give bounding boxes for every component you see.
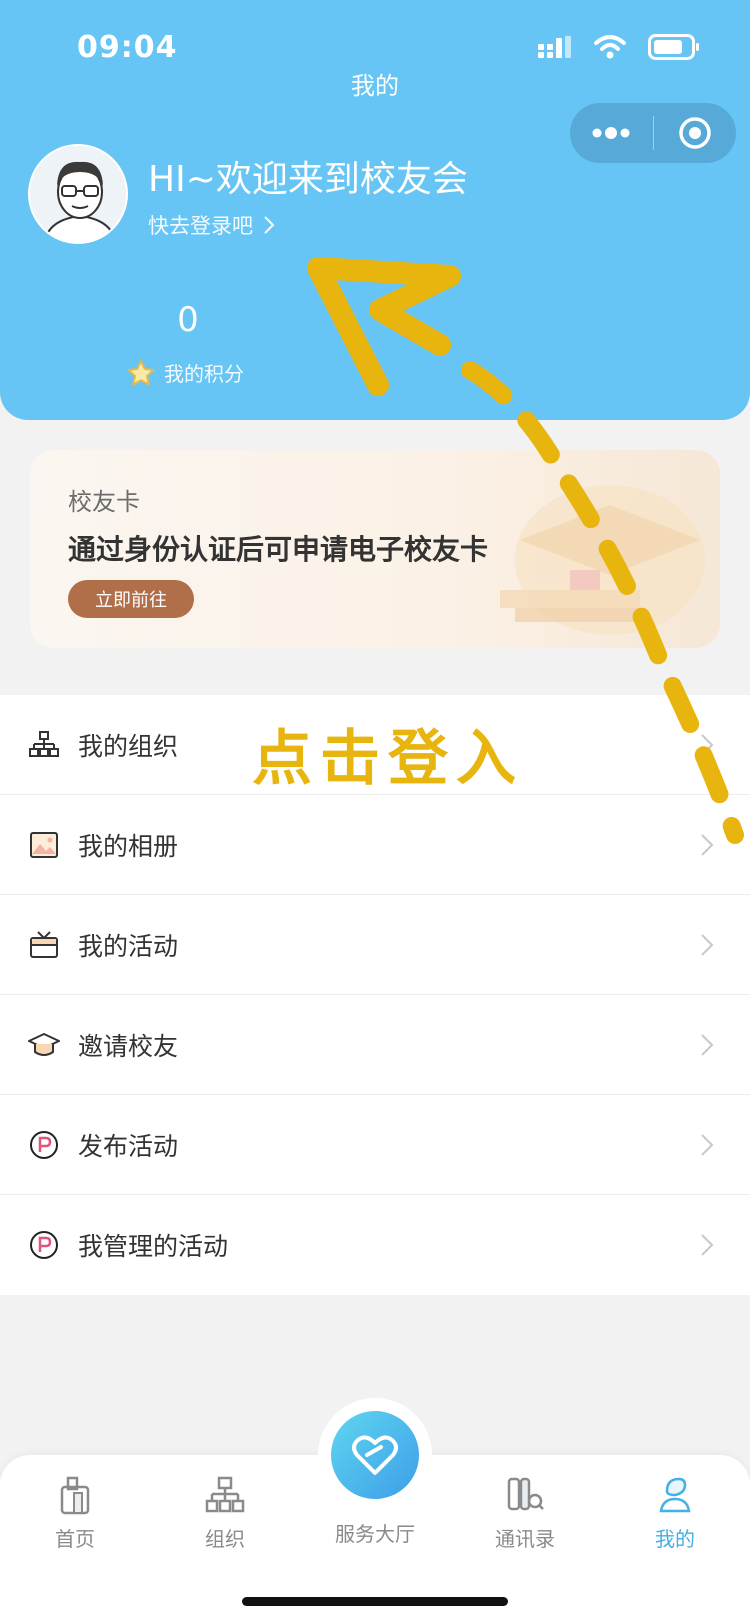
manage-badge-icon — [28, 1229, 60, 1261]
menu-item-label: 我的活动 — [78, 931, 179, 961]
menu-item-managed-activities[interactable]: 我管理的活动 — [0, 1195, 750, 1295]
card-title: 校友卡 — [68, 488, 140, 516]
tab-label: 通讯录 — [495, 1527, 555, 1551]
tab-service-hall[interactable] — [318, 1398, 432, 1512]
tab-label: 服务大厅 — [335, 1522, 415, 1546]
tab-label: 我的 — [655, 1527, 695, 1551]
profile-header: 09:04 我的 HI~欢迎来到校友会 快去登录吧 0 我的积分 — [0, 0, 750, 420]
points-label-text: 我的积分 — [164, 362, 244, 386]
chevron-right-icon — [264, 216, 275, 234]
gift-box-icon — [28, 929, 60, 961]
menu-item-publish-activity[interactable]: 发布活动 — [0, 1095, 750, 1195]
chevron-right-icon — [701, 1134, 714, 1156]
menu-item-label: 我的组织 — [78, 731, 179, 761]
alumni-card-banner[interactable]: 校友卡 通过身份认证后可申请电子校友卡 立即前往 — [30, 450, 720, 648]
menu-item-label: 我的相册 — [78, 831, 179, 861]
menu-item-label: 发布活动 — [78, 1131, 179, 1161]
more-button[interactable] — [570, 103, 653, 163]
heart-badge-icon — [352, 1435, 398, 1475]
status-icons — [538, 34, 700, 60]
chevron-right-icon — [701, 1034, 714, 1056]
tab-label: 组织 — [205, 1527, 245, 1551]
chevron-right-icon — [701, 734, 714, 756]
org-tree-icon — [205, 1476, 245, 1513]
publish-badge-icon — [28, 1129, 60, 1161]
profile-icon — [659, 1477, 691, 1513]
avatar[interactable] — [28, 144, 128, 244]
chevron-right-icon — [701, 934, 714, 956]
target-close-icon — [679, 117, 711, 149]
points-value[interactable]: 0 — [148, 300, 228, 340]
tab-profile[interactable]: 我的 — [600, 1475, 750, 1552]
close-miniapp-button[interactable] — [654, 103, 737, 163]
album-icon — [28, 829, 60, 861]
page-title: 我的 — [351, 72, 399, 100]
status-time: 09:04 — [77, 30, 178, 65]
battery-icon — [648, 34, 699, 60]
graduation-illustration — [500, 485, 705, 635]
go-now-button[interactable]: 立即前往 — [68, 580, 194, 618]
more-dots-icon — [592, 127, 630, 139]
tab-contacts[interactable]: 通讯录 — [450, 1475, 600, 1552]
card-description: 通过身份认证后可申请电子校友卡 — [68, 533, 489, 566]
welcome-text: HI~欢迎来到校友会 — [148, 159, 468, 200]
home-building-icon — [60, 1476, 90, 1515]
tab-label: 首页 — [55, 1527, 95, 1551]
graduation-cap-icon — [28, 1029, 60, 1061]
service-hall-button[interactable] — [331, 1411, 419, 1499]
chevron-right-icon — [701, 834, 714, 856]
contacts-search-icon — [507, 1477, 544, 1511]
login-link[interactable]: 快去登录吧 — [148, 210, 275, 240]
menu-item-my-activities[interactable]: 我的活动 — [0, 895, 750, 995]
menu-item-label: 邀请校友 — [78, 1031, 179, 1061]
points-label[interactable]: 我的积分 — [126, 358, 244, 387]
menu-item-invite-alumni[interactable]: 邀请校友 — [0, 995, 750, 1095]
menu-item-my-album[interactable]: 我的相册 — [0, 795, 750, 895]
chevron-right-icon — [701, 1234, 714, 1256]
home-indicator — [242, 1597, 508, 1606]
avatar-face-icon — [30, 146, 126, 242]
menu-item-label: 我管理的活动 — [78, 1232, 229, 1261]
tab-home[interactable]: 首页 — [0, 1475, 150, 1552]
tab-organization[interactable]: 组织 — [150, 1475, 300, 1552]
miniapp-capsule — [570, 103, 736, 163]
wifi-icon — [594, 35, 626, 59]
org-icon — [28, 729, 60, 761]
login-link-label: 快去登录吧 — [148, 214, 253, 238]
star-icon — [127, 359, 155, 385]
signal-icon — [538, 36, 571, 58]
annotation-text: 点击登入 — [252, 724, 524, 794]
